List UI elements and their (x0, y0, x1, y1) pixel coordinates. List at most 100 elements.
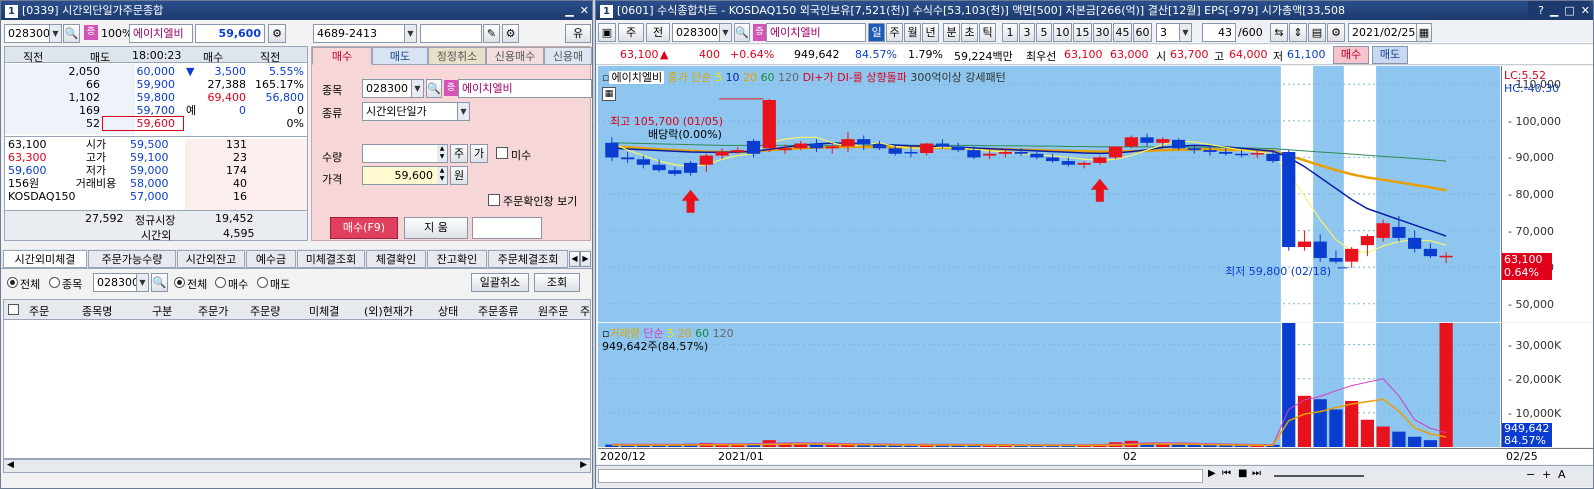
chart-buy-button[interactable]: 매수 (1333, 46, 1369, 64)
n-15[interactable]: 15 (1073, 23, 1092, 42)
password-input[interactable] (420, 24, 482, 43)
qty-avail-button[interactable]: 가 (470, 144, 488, 163)
chart-sell-button[interactable]: 매도 (1372, 46, 1408, 64)
last-icon[interactable]: ⏭ (1252, 468, 1261, 479)
gubun-button[interactable]: 유 (565, 24, 591, 43)
tab-scroll-left-icon[interactable]: ◀ (569, 251, 580, 267)
layout-icon[interactable]: ▣ (598, 23, 616, 42)
zoom-slider[interactable] (1274, 475, 1364, 477)
jeon-button[interactable]: 전 (646, 23, 670, 42)
tab-after-balance[interactable]: 시간외잔고 (177, 250, 245, 268)
calendar-icon[interactable]: ▦ (1416, 23, 1432, 42)
tab-balance-check[interactable]: 잔고확인 (427, 250, 487, 268)
search-icon[interactable]: 🔍 (63, 24, 80, 43)
price-stepper[interactable]: ▲ ▼ (437, 167, 447, 184)
settings-icon[interactable]: ⚙ (502, 24, 519, 43)
qty-stepper[interactable]: ▲ ▼ (437, 145, 447, 162)
page-input[interactable]: 43 (1202, 23, 1236, 42)
zoom-plus-icon[interactable]: + (1542, 468, 1551, 481)
filter-code-dropdown-icon[interactable]: ▼ (136, 274, 148, 291)
tool-icon-1[interactable]: ⇆ (1270, 23, 1288, 42)
radio-all2[interactable] (174, 277, 185, 288)
n-1[interactable]: 1 (1002, 23, 1018, 42)
chart-gear-icon[interactable]: ⚙ (1327, 23, 1345, 42)
order-code-dropdown-icon[interactable]: ▼ (411, 80, 423, 97)
period-minute[interactable]: 분 (943, 23, 960, 42)
zoom-minus-icon[interactable]: − (1526, 468, 1535, 481)
close-icon[interactable]: ✕ (580, 4, 589, 17)
tab-credit-buy[interactable]: 신용매수 (486, 47, 544, 65)
period-month[interactable]: 월 (904, 23, 921, 42)
chevron-down-icon[interactable]: ▼ (49, 25, 61, 42)
account-input[interactable]: 4689-2413 (313, 24, 417, 43)
select-all-checkbox[interactable] (8, 304, 19, 315)
period-tick[interactable]: 틱 (979, 23, 996, 42)
tab-fill-check[interactable]: 체결확인 (366, 250, 426, 268)
scroll-left-icon[interactable]: ◀ (7, 460, 14, 470)
account-dropdown-icon[interactable]: ▼ (404, 25, 416, 42)
order-type-dropdown-icon[interactable]: ▼ (457, 103, 469, 120)
tab-after-unfilled[interactable]: 시간외미체결 (3, 250, 87, 268)
stop-icon[interactable]: ■ (1238, 468, 1247, 479)
filter-search-icon[interactable]: 🔍 (151, 273, 168, 292)
help-icon[interactable]: ? (1538, 4, 1544, 17)
chart-minimize-icon[interactable]: ▁ (1550, 4, 1558, 17)
chart-scroll-track[interactable] (598, 469, 1203, 483)
n-45[interactable]: 45 (1113, 23, 1132, 42)
radio-stock[interactable] (49, 277, 60, 288)
buy-button[interactable]: 매수(F9) (330, 217, 398, 239)
n-5[interactable]: 5 (1036, 23, 1052, 42)
query-button[interactable]: 조회 (534, 273, 580, 292)
n-custom-dropdown-icon[interactable]: ▼ (1179, 24, 1191, 41)
ju-select[interactable]: 주 (618, 23, 644, 42)
misu-checkbox[interactable] (496, 147, 508, 159)
chart-scrollbar[interactable]: ▶ ⏮ ■ ⏭ − + A (596, 465, 1593, 487)
gear-icon[interactable]: ⚙ (268, 24, 286, 43)
radio-buy[interactable] (215, 277, 226, 288)
tab-modify[interactable]: 정정취소 (428, 47, 486, 65)
indicator-toggle-icon[interactable]: ▦ (602, 87, 616, 101)
radio-sell[interactable] (257, 277, 268, 288)
chart-code-dropdown-icon[interactable]: ▼ (719, 24, 731, 41)
tab-sell[interactable]: 매도 (372, 47, 428, 65)
tab-credit-sell[interactable]: 신용매 (544, 47, 592, 65)
cancel-all-button[interactable]: 일괄취소 (471, 273, 529, 292)
price-input[interactable]: 59,600 (362, 166, 448, 185)
edit-icon[interactable]: ✎ (483, 24, 500, 43)
clear-button[interactable]: 지 움 (404, 217, 468, 239)
qty-input[interactable] (362, 144, 448, 163)
qty-unit-button[interactable]: 주 (450, 144, 468, 163)
period-second[interactable]: 초 (961, 23, 978, 42)
price-chart-area[interactable]: ▫ 에이치엘비 종가 단순 5 10 20 60 120 DI+가 DI-를 상향… (598, 66, 1500, 322)
n-60[interactable]: 60 (1133, 23, 1152, 42)
price-unit-button[interactable]: 원 (450, 166, 468, 185)
save-icon[interactable]: ▤ (1308, 23, 1326, 42)
font-size-icon[interactable]: A (1558, 468, 1566, 481)
chart-close-icon[interactable]: ✕ (1581, 4, 1590, 17)
tab-buy[interactable]: 매수 (312, 47, 372, 65)
tab-unfilled-query[interactable]: 미체결조회 (297, 250, 365, 268)
order-type-select[interactable]: 시간외단일가 (362, 102, 470, 121)
n-30[interactable]: 30 (1093, 23, 1112, 42)
period-week[interactable]: 주 (886, 23, 903, 42)
minimize-icon[interactable]: ▁ (565, 4, 573, 17)
horizontal-scrollbar[interactable]: ◀ ▶ (3, 459, 591, 473)
tab-orderable-qty[interactable]: 주문가능수량 (88, 250, 176, 268)
chart-search-icon[interactable]: 🔍 (734, 23, 750, 42)
volume-chart-area[interactable]: ▫거래량 단순 5 20 60 120 949,642주(84.57%) (598, 323, 1500, 447)
period-year[interactable]: 년 (922, 23, 939, 42)
chart-maximize-icon[interactable]: □ (1564, 4, 1574, 17)
tab-deposit[interactable]: 예수금 (246, 250, 296, 268)
confirm-checkbox[interactable] (488, 194, 500, 206)
order-search-icon[interactable]: 🔍 (426, 79, 442, 98)
tab-scroll-right-icon[interactable]: ▶ (580, 251, 591, 267)
scroll-right-arrow-icon[interactable]: ▶ (1208, 468, 1216, 479)
scroll-right-icon[interactable]: ▶ (580, 460, 587, 470)
n-3[interactable]: 3 (1019, 23, 1035, 42)
tab-order-fill-query[interactable]: 주문체결조회 (488, 250, 568, 268)
n-10[interactable]: 10 (1053, 23, 1072, 42)
radio-all[interactable] (7, 277, 18, 288)
first-icon[interactable]: ⏮ (1222, 468, 1231, 479)
tool-icon-2[interactable]: ⇕ (1289, 23, 1307, 42)
period-day[interactable]: 일 (868, 23, 885, 42)
